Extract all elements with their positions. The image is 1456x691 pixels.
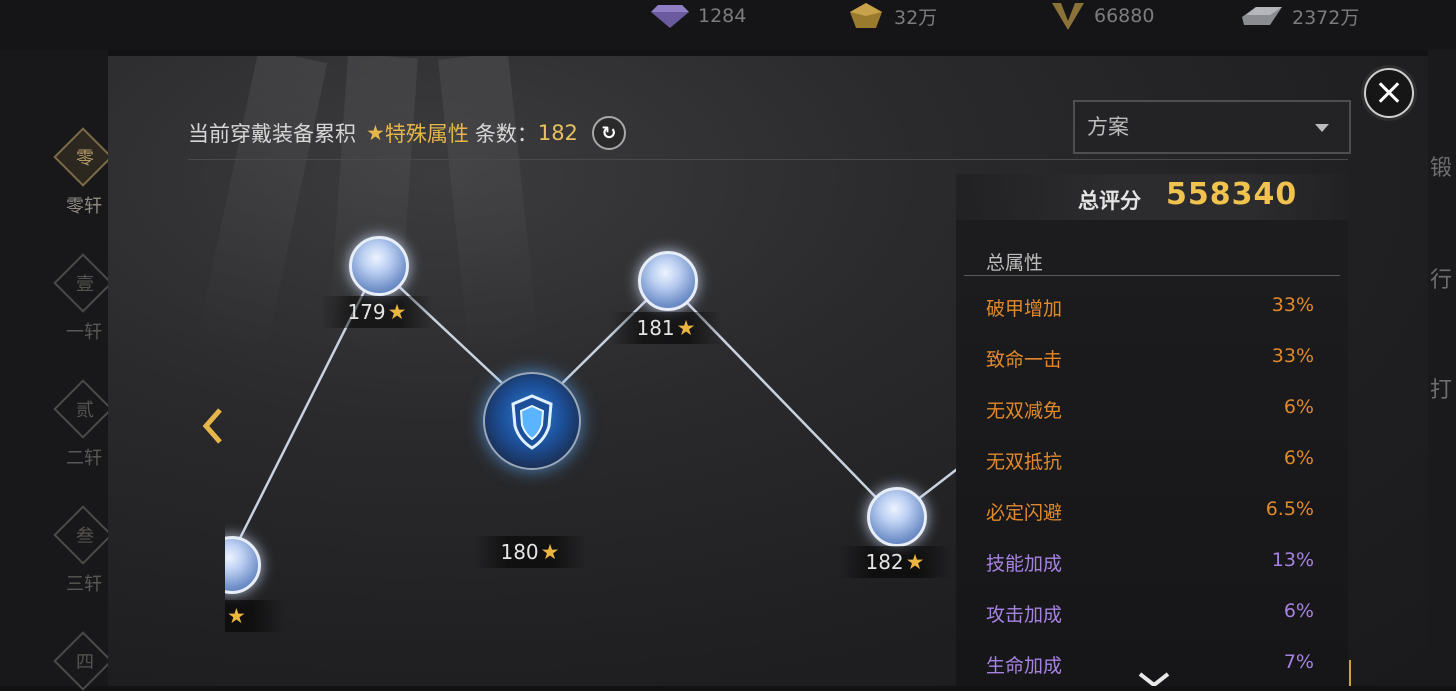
close-button[interactable] [1364, 68, 1414, 118]
attribute-value: 33% [1271, 345, 1314, 367]
total-score-bar: 总评分 558340 [956, 174, 1348, 220]
attribute-value: 6% [1283, 396, 1314, 418]
attribute-row: 攻击加成 6% [986, 600, 1314, 628]
panel-header: 当前穿戴装备累积 ★ 特殊属性 条数： 182 ↻ [188, 116, 626, 150]
attribute-row: 必定闪避 6.5% [986, 498, 1314, 526]
star-icon: ★ [676, 316, 696, 340]
star-icon: ★ [226, 604, 246, 628]
scheme-dropdown-label: 方案 [1087, 115, 1129, 139]
attribute-row: 无双减免 6% [986, 396, 1314, 424]
attribute-name: 攻击加成 [986, 604, 1063, 626]
node-182[interactable] [867, 487, 927, 547]
right-tab-2[interactable]: 打 [1430, 372, 1456, 404]
attribute-name: 必定闪避 [986, 502, 1063, 524]
connector-lines [225, 263, 961, 569]
node-number: 181 [636, 316, 675, 340]
tab-label: 一轩 [66, 322, 102, 343]
star-icon: ★ [540, 540, 560, 564]
node-label-181: 181 ★ [610, 312, 722, 344]
node-181[interactable] [638, 251, 698, 311]
scroll-down-icon[interactable] [1136, 670, 1172, 686]
attribute-row: 技能加成 13% [986, 549, 1314, 577]
silver-ingot-icon [1242, 7, 1282, 25]
node-number: 180 [500, 540, 539, 564]
node-label-182: 182 ★ [839, 546, 951, 578]
attribute-summary: 总评分 558340 总属性 破甲增加 33% 致命一击 33% 无双减免 6%… [956, 174, 1348, 686]
node-number: 179 [347, 300, 386, 324]
currency-diamond: 1284 [650, 4, 746, 28]
attributes-title: 总属性 [986, 252, 1044, 274]
attribute-value: 6% [1283, 447, 1314, 469]
attribute-value: 6% [1283, 600, 1314, 622]
shield-icon [511, 394, 553, 450]
attribute-name: 无双抵抗 [986, 451, 1063, 473]
node-number: 182 [865, 550, 904, 574]
right-tab-1[interactable]: 行 [1430, 262, 1456, 294]
star-icon: ★ [366, 121, 385, 145]
attribute-name: 致命一击 [986, 349, 1063, 371]
scheme-dropdown[interactable]: 方案 [1073, 100, 1351, 154]
attribute-row: 破甲增加 33% [986, 294, 1314, 322]
gold-crystal-icon [850, 3, 882, 28]
attribute-name: 技能加成 [986, 553, 1063, 575]
attribute-row: 无双抵抗 6% [986, 447, 1314, 475]
tab-char: 四 [76, 652, 94, 673]
tab-char: 零 [76, 148, 94, 169]
right-tab-0[interactable]: 锻 [1430, 150, 1456, 182]
purple-diamond-icon [651, 5, 689, 28]
total-score-value: 558340 [1166, 177, 1298, 212]
left-tab-1[interactable]: 壹 一轩 [53, 253, 113, 343]
right-tab-strip [1428, 50, 1456, 686]
tab-label: 三轩 [66, 574, 102, 595]
star-icon: ★ [905, 550, 925, 574]
left-tab-strip: 零 零轩 壹 一轩 贰 二轩 叁 三轩 四 [0, 50, 113, 691]
tab-char: 叁 [76, 526, 94, 547]
chevron-left-icon[interactable] [200, 406, 226, 446]
tab-char: 壹 [76, 274, 94, 295]
tab-label: 零轩 [66, 196, 102, 217]
refresh-icon[interactable]: ↻ [591, 116, 626, 150]
tab-char: 贰 [76, 400, 94, 421]
node-label-179: 179 ★ [321, 296, 433, 328]
scroll-indicator [1349, 660, 1351, 686]
currency-silver: 2372万 [1240, 4, 1360, 29]
currency-bar: 1284 32万 66880 2372万 [0, 0, 1456, 50]
currency-diamond-value: 1284 [698, 5, 747, 27]
special-attributes-panel: 当前穿戴装备累积 ★ 特殊属性 条数： 182 ↻ 方案 3★ 179★ [108, 56, 1428, 686]
tab-label: 二轩 [66, 448, 102, 469]
currency-gold: 32万 [846, 3, 938, 29]
left-tab-2[interactable]: 贰 二轩 [53, 379, 113, 469]
attribute-value: 6.5% [1265, 498, 1314, 520]
currency-emblem-value: 66880 [1094, 5, 1155, 27]
attribute-name: 生命加成 [986, 655, 1063, 677]
chevron-down-icon [1315, 124, 1329, 132]
attribute-value: 13% [1271, 549, 1314, 571]
currency-gold-value: 32万 [894, 6, 938, 29]
currency-silver-value: 2372万 [1292, 6, 1360, 29]
node-180-shield[interactable] [483, 372, 581, 470]
v-emblem-icon [1052, 3, 1084, 30]
attribute-name: 无双减免 [986, 400, 1063, 422]
attributes-divider [964, 275, 1340, 276]
header-count-label: 条数： [474, 122, 538, 146]
left-tab-0[interactable]: 零 零轩 [53, 127, 113, 217]
left-tab-3[interactable]: 叁 三轩 [53, 505, 113, 595]
currency-emblem: 66880 [1050, 3, 1155, 30]
left-tab-4[interactable]: 四 [53, 631, 113, 691]
attribute-value: 7% [1283, 651, 1314, 673]
star-icon: ★ [387, 300, 407, 324]
total-score-label: 总评分 [1078, 189, 1141, 213]
header-divider [188, 159, 1348, 160]
header-count: 182 [537, 121, 578, 145]
node-179[interactable] [349, 236, 409, 296]
header-prefix: 当前穿戴装备累积 [188, 122, 356, 146]
node-label-3: 3★ [225, 600, 285, 632]
header-highlight: 特殊属性 [384, 122, 469, 146]
attribute-row: 致命一击 33% [986, 345, 1314, 373]
attribute-name: 破甲增加 [986, 298, 1063, 320]
progress-graph: 3★ 179★ 180★ 181★ 182★ [225, 166, 961, 686]
node-label-180: 180 ★ [474, 536, 586, 568]
attribute-value: 33% [1271, 294, 1314, 316]
